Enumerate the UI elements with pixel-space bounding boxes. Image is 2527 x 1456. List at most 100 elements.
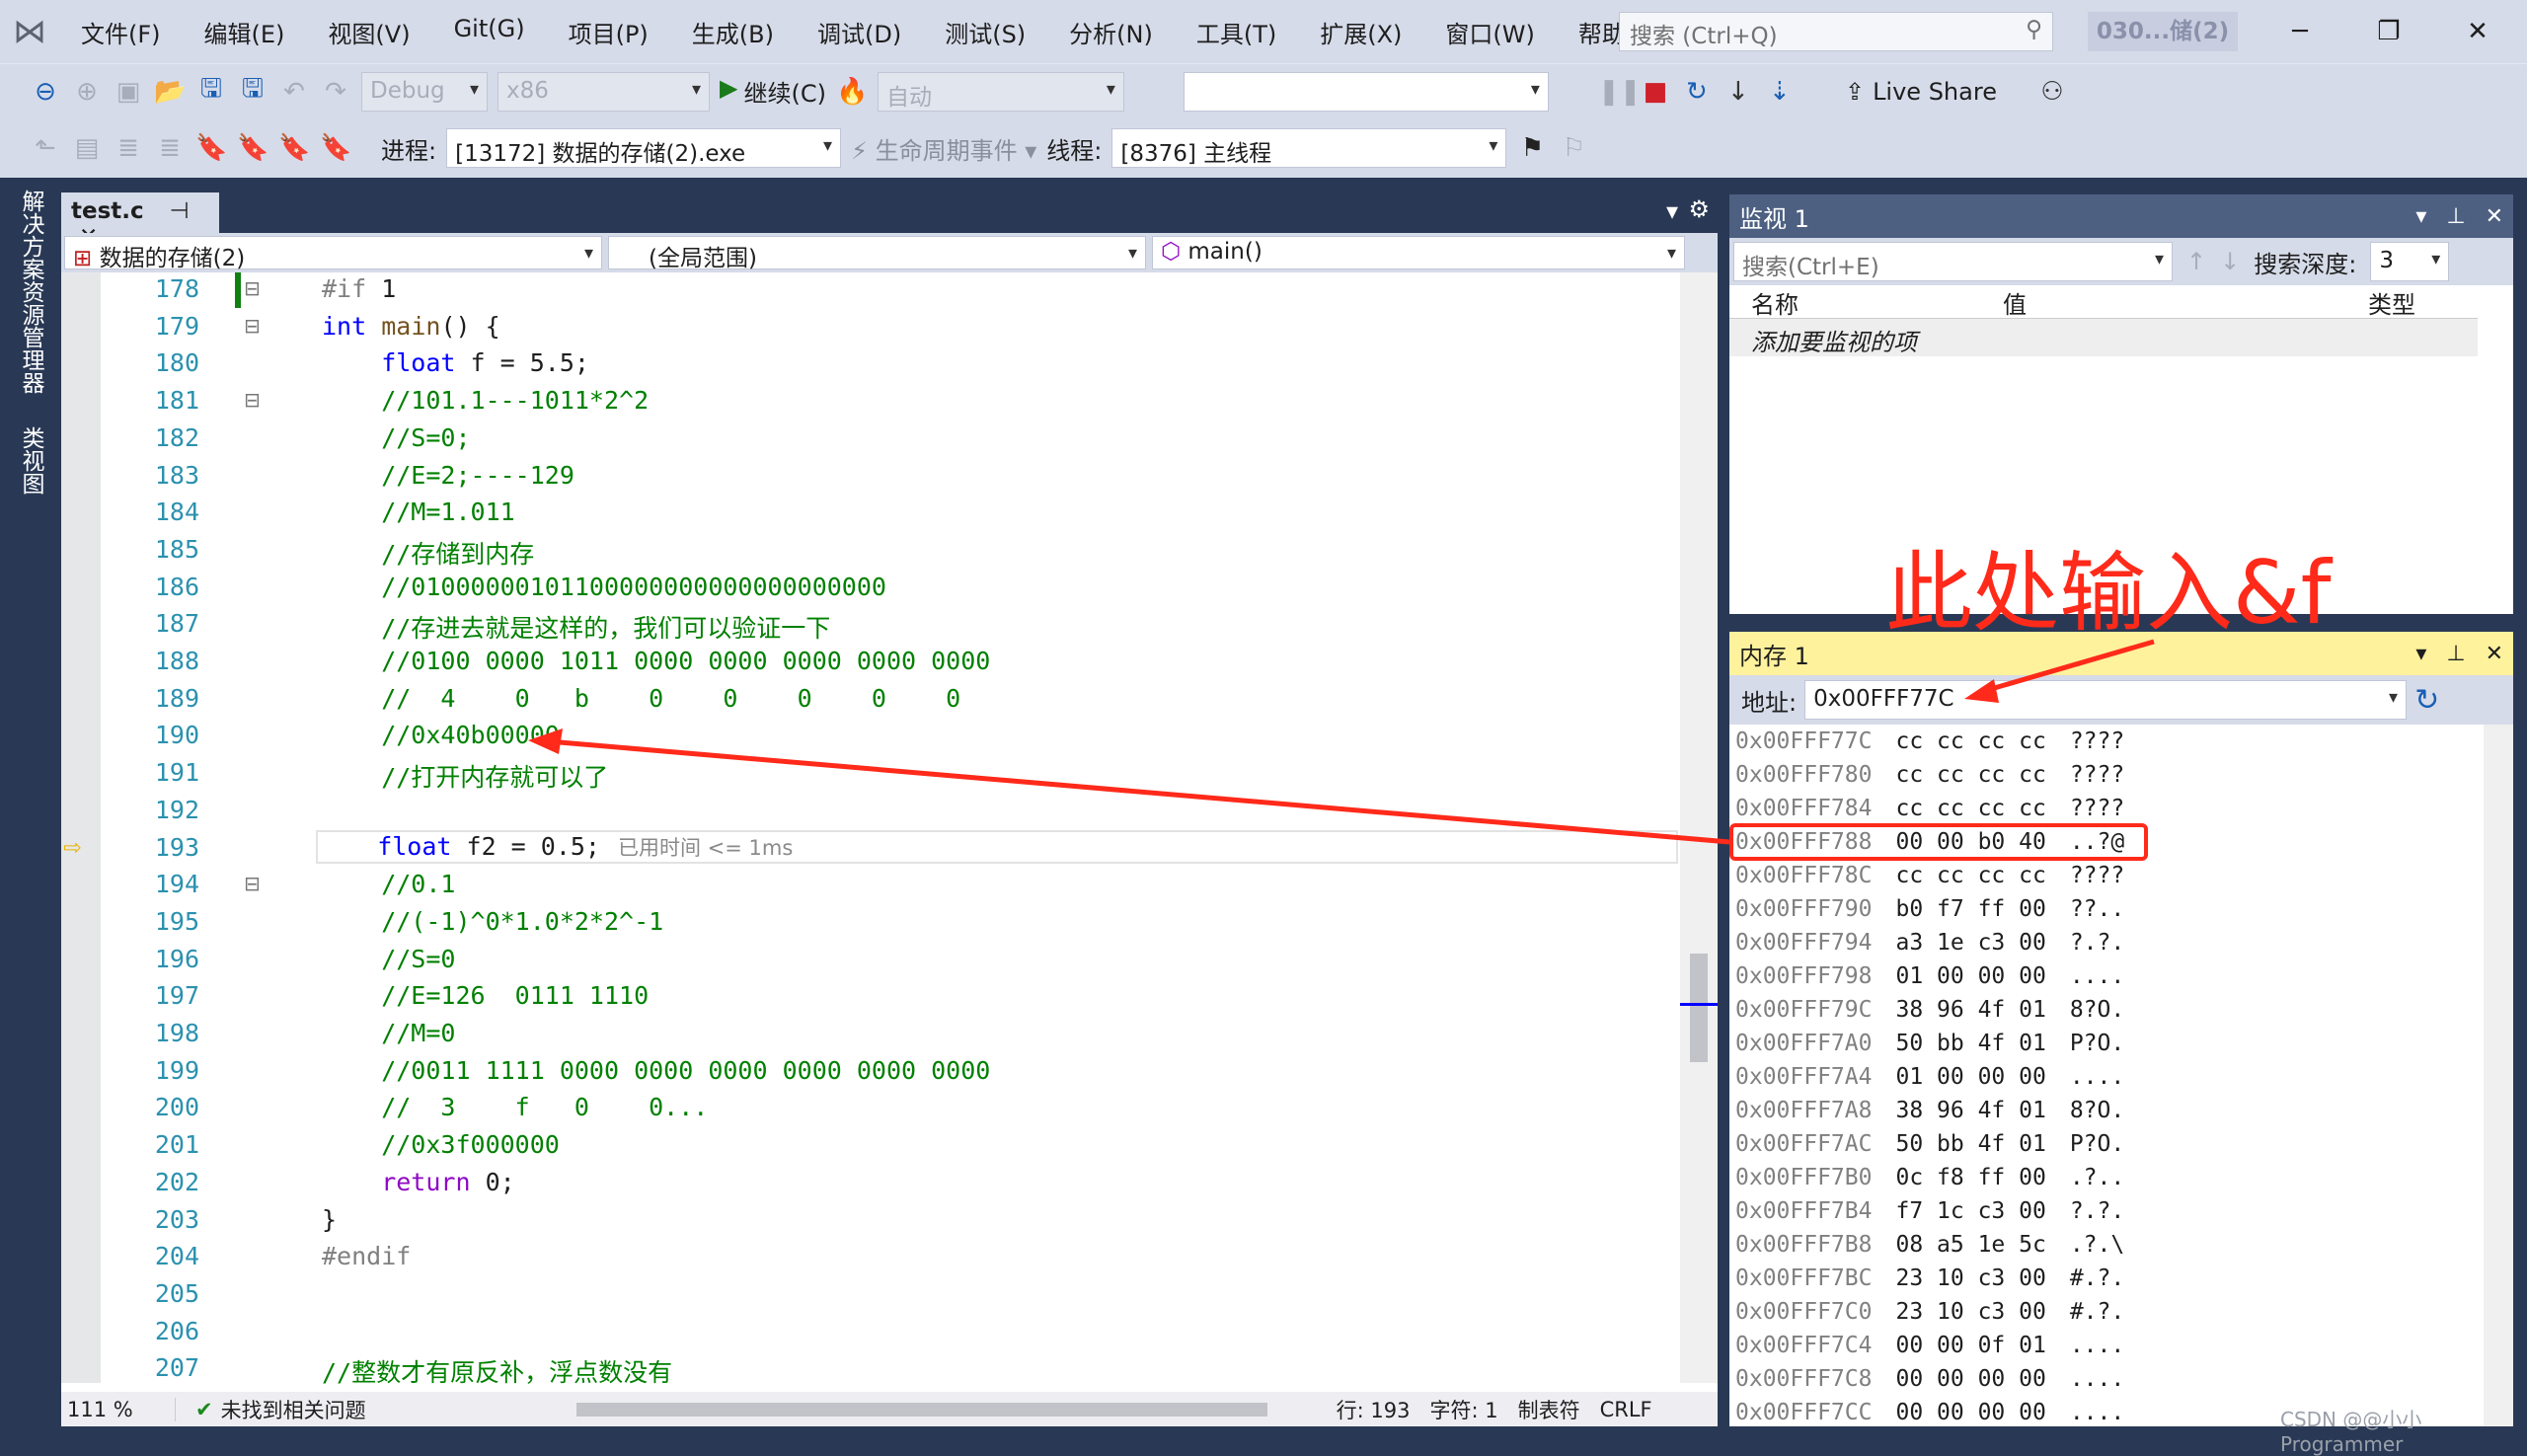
memory-row[interactable]: 0x00FFF7A8 38 96 4f 01 8?O.	[1735, 1098, 2148, 1123]
code-line[interactable]: //0x3f000000	[322, 1130, 560, 1159]
code-line[interactable]: //E=126 0111 1110	[322, 981, 649, 1010]
next-bookmark-icon[interactable]: 🔖	[278, 133, 310, 163]
save-icon[interactable]: 🖫	[195, 70, 227, 114]
format-icon[interactable]: ▤	[71, 133, 103, 163]
code-line[interactable]: //(-1)^0*1.0*2*2^-1	[322, 907, 663, 936]
flag-threads-icon[interactable]: ⚐	[1558, 133, 1589, 163]
menu-item[interactable]: 文件(F)	[59, 15, 183, 49]
back-icon[interactable]: ⊖	[30, 77, 61, 107]
new-project-icon[interactable]: ▣	[113, 77, 144, 107]
memory-row[interactable]: 0x00FFF79C 38 96 4f 01 8?O.	[1735, 997, 2148, 1023]
breakpoint-gutter[interactable]	[61, 272, 101, 1383]
step-into-icon[interactable]: ⇣	[1764, 77, 1796, 107]
scroll-thumb[interactable]	[1690, 954, 1708, 1062]
col-name[interactable]: 名称	[1751, 285, 2003, 319]
minimize-button[interactable]: ─	[2270, 10, 2330, 53]
horizontal-scrollbar[interactable]	[575, 1402, 1267, 1417]
memory-row[interactable]: 0x00FFF780 cc cc cc cc????	[1735, 762, 2148, 788]
code-line[interactable]: //M=1.011	[322, 498, 514, 526]
menu-item[interactable]: 工具(T)	[1175, 15, 1298, 49]
memory-row[interactable]: 0x00FFF77C cc cc cc cc????	[1735, 728, 2148, 754]
code-line[interactable]: //0x40b00000	[322, 721, 560, 749]
platform-dropdown[interactable]: x86	[498, 71, 710, 112]
code-line[interactable]: #endif	[322, 1242, 411, 1270]
continue-button[interactable]: ▶ 继续(C)	[720, 74, 826, 109]
menu-item[interactable]: 调试(D)	[796, 15, 923, 49]
memory-row[interactable]: 0x00FFF7B4 f7 1c c3 00?.?.	[1735, 1198, 2148, 1224]
lifecycle-events-button[interactable]: ⚡ 生命周期事件 ▾	[851, 131, 1036, 166]
memory-row[interactable]: 0x00FFF788 00 00 b0 40 ..?@	[1735, 829, 2148, 855]
settings-icon[interactable]: ⚙	[1688, 195, 1710, 223]
config-dropdown[interactable]: Debug	[361, 71, 488, 112]
fold-toggle-icon[interactable]: ⊟	[244, 388, 261, 412]
project-dropdown[interactable]: ⊞ 数据的存储(2)	[64, 236, 602, 271]
redo-icon[interactable]: ↷	[320, 77, 351, 107]
pin-icon[interactable]: ⊥	[2446, 642, 2465, 666]
down-arrow-icon[interactable]: ↓	[2220, 248, 2240, 275]
clear-bookmarks-icon[interactable]: 🔖	[320, 133, 351, 163]
up-arrow-icon[interactable]: ↑	[2186, 248, 2206, 275]
perf-tip[interactable]: 已用时间 <= 1ms	[618, 836, 793, 860]
memory-row[interactable]: 0x00FFF7BC 23 10 c3 00 #.?.	[1735, 1265, 2148, 1291]
code-line[interactable]: float f2 = 0.5; 已用时间 <= 1ms	[316, 829, 1678, 864]
memory-row[interactable]: 0x00FFF7A0 50 bb 4f 01 P?O.	[1735, 1031, 2148, 1056]
col-value[interactable]: 值	[2003, 285, 2368, 319]
code-line[interactable]: //E=2;----129	[322, 461, 574, 490]
fold-toggle-icon[interactable]: ⊟	[244, 276, 261, 300]
search-input[interactable]: 搜索 (Ctrl+Q) ⚲	[1619, 12, 2053, 51]
memory-row[interactable]: 0x00FFF7C8 00 00 00 00....	[1735, 1366, 2148, 1392]
zoom-dropdown[interactable]: 111 %	[67, 1397, 176, 1421]
pin-icon[interactable]: ⊥	[2446, 204, 2465, 229]
menu-item[interactable]: 测试(S)	[923, 15, 1047, 49]
pointer-icon[interactable]: ⬑	[30, 133, 61, 163]
step-over-icon[interactable]: ↓	[1723, 77, 1754, 107]
memory-row[interactable]: 0x00FFF7B0 0c f8 ff 00.?..	[1735, 1165, 2148, 1190]
refresh-icon[interactable]: ↻	[2414, 683, 2439, 718]
indent-icon[interactable]: ≣	[113, 133, 144, 163]
process-dropdown[interactable]: [13172] 数据的存储(2).exe	[446, 128, 842, 168]
search-depth-dropdown[interactable]: 3	[2370, 242, 2450, 281]
fold-toggle-icon[interactable]: ⊟	[244, 872, 261, 895]
flag-icon[interactable]: ⚑	[1516, 133, 1548, 163]
memory-row[interactable]: 0x00FFF7C4 00 00 0f 01....	[1735, 1333, 2148, 1358]
scope-dropdown[interactable]: (全局范围)	[608, 236, 1146, 271]
code-line[interactable]: return 0;	[322, 1168, 514, 1196]
col-type[interactable]: 类型	[2368, 285, 2415, 319]
outdent-icon[interactable]: ≣	[154, 133, 186, 163]
auto-dropdown[interactable]: 自动	[877, 71, 1124, 112]
dropdown-icon[interactable]: ▾	[2415, 642, 2426, 666]
undo-icon[interactable]: ↶	[278, 77, 310, 107]
memory-row[interactable]: 0x00FFF7C0 23 10 c3 00 #.?.	[1735, 1299, 2148, 1325]
save-all-icon[interactable]: 🖫	[237, 70, 268, 114]
solution-explorer-tab[interactable]: 解决方案资源管理器	[14, 190, 47, 394]
code-line[interactable]: //01000000101100000000000000000000	[322, 573, 886, 601]
code-line[interactable]: //S=0;	[322, 423, 470, 452]
code-line[interactable]: //M=0	[322, 1019, 455, 1047]
close-icon[interactable]: ✕	[2486, 204, 2503, 229]
memory-row[interactable]: 0x00FFF7AC 50 bb 4f 01 P?O.	[1735, 1131, 2148, 1157]
code-line[interactable]: //0.1	[322, 870, 455, 898]
forward-icon[interactable]: ⊕	[71, 77, 103, 107]
thread-dropdown[interactable]: [8376] 主线程	[1111, 128, 1507, 168]
menu-item[interactable]: Git(G)	[432, 15, 547, 49]
close-icon[interactable]: ✕	[2486, 642, 2503, 666]
code-line[interactable]: // 3 f 0 0...	[322, 1093, 708, 1121]
prev-bookmark-icon[interactable]: 🔖	[237, 133, 268, 163]
class-view-tab[interactable]: 类视图	[14, 426, 47, 495]
bookmark-icon[interactable]: 🔖	[195, 133, 227, 163]
menu-item[interactable]: 生成(B)	[670, 15, 796, 49]
code-line[interactable]: //整数才有原反补，浮点数没有	[322, 1353, 672, 1389]
live-share-button[interactable]: ⇪ Live Share	[1845, 78, 1997, 106]
stop-icon[interactable]: ■	[1640, 77, 1671, 107]
feedback-icon[interactable]: ⚇	[2036, 77, 2068, 107]
memory-scrollbar[interactable]	[2484, 725, 2513, 1426]
code-line[interactable]: //0100 0000 1011 0000 0000 0000 0000 000…	[322, 647, 990, 675]
code-line[interactable]: //S=0	[322, 945, 455, 973]
code-line[interactable]: int main() {	[322, 312, 500, 341]
code-line[interactable]: float f = 5.5;	[322, 348, 589, 377]
address-input[interactable]: 0x00FFF77C	[1804, 680, 2408, 720]
menu-item[interactable]: 项目(P)	[547, 15, 670, 49]
menu-item[interactable]: 分析(N)	[1047, 15, 1175, 49]
code-line[interactable]: #if 1	[322, 274, 396, 303]
memory-row[interactable]: 0x00FFF790 b0 f7 ff 00??..	[1735, 896, 2148, 922]
